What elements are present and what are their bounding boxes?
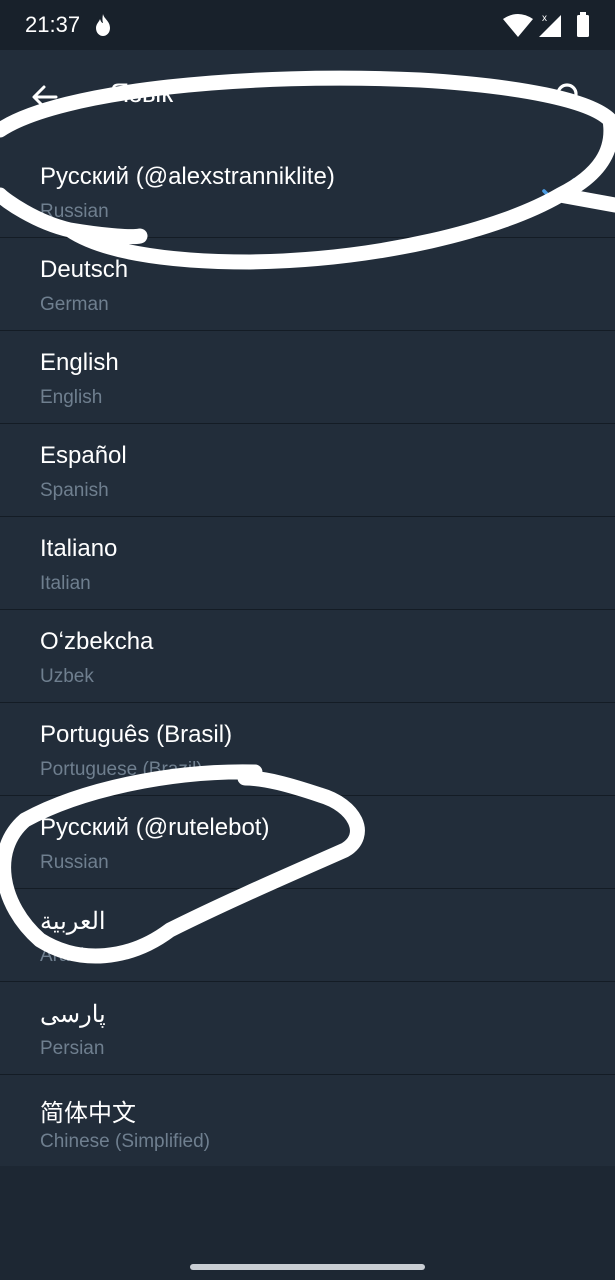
language-item-persian[interactable]: پارسی Persian (0, 982, 615, 1075)
check-icon (542, 178, 576, 203)
language-name: 简体中文 (40, 1100, 136, 1127)
bottom-empty-area (0, 1166, 615, 1280)
language-settings-screen: 21:37 x Язык Русский (@alexstranniklite)… (0, 0, 615, 1280)
language-subtitle: Russian (40, 201, 109, 222)
flame-icon (96, 14, 110, 36)
status-time: 21:37 (25, 12, 81, 37)
language-item-deutsch[interactable]: Deutsch German (0, 238, 615, 331)
search-button[interactable] (547, 74, 593, 120)
language-subtitle: Uzbek (40, 666, 94, 687)
signal-icon: x (539, 13, 561, 37)
language-item-uzbek[interactable]: Oʻzbekcha Uzbek (0, 610, 615, 703)
arrow-left-icon (32, 85, 58, 109)
language-name: Deutsch (40, 256, 129, 283)
language-name: English (40, 349, 119, 376)
language-name: Português (Brasil) (40, 721, 233, 748)
language-name: Русский (@alexstranniklite) (40, 163, 335, 190)
status-bar: 21:37 x (0, 0, 615, 50)
language-subtitle: Spanish (40, 480, 109, 501)
language-name: Español (40, 442, 127, 469)
language-name: العربية (40, 908, 106, 935)
battery-icon (577, 12, 589, 37)
svg-text:x: x (542, 13, 547, 24)
language-item-italiano[interactable]: Italiano Italian (0, 517, 615, 610)
language-subtitle: Chinese (Simplified) (40, 1131, 211, 1152)
search-icon (556, 83, 585, 112)
language-subtitle: Russian (40, 852, 109, 873)
language-subtitle: Persian (40, 1038, 105, 1059)
back-button[interactable] (22, 74, 68, 120)
app-bar: Язык (0, 50, 615, 145)
language-item-arabic[interactable]: العربية Arabic (0, 889, 615, 982)
language-item-russian-alexstranniklite[interactable]: Русский (@alexstranniklite) Russian (0, 145, 615, 238)
language-name: Русский (@rutelebot) (40, 814, 270, 841)
language-name: پارسی (40, 1001, 106, 1028)
gesture-nav-handle[interactable] (190, 1264, 425, 1270)
language-subtitle: Arabic (40, 945, 94, 966)
language-item-chinese-simplified[interactable]: 简体中文 Chinese (Simplified) (0, 1075, 615, 1168)
language-item-english[interactable]: English English (0, 331, 615, 424)
language-item-portugues-brasil[interactable]: Português (Brasil) Portuguese (Brazil) (0, 703, 615, 796)
wifi-icon (503, 14, 533, 37)
page-title: Язык (110, 78, 174, 108)
language-subtitle: Italian (40, 573, 91, 594)
language-subtitle: Portuguese (Brazil) (40, 759, 203, 780)
language-name: Italiano (40, 535, 118, 562)
language-item-espanol[interactable]: Español Spanish (0, 424, 615, 517)
language-name: Oʻzbekcha (40, 628, 154, 655)
language-subtitle: English (40, 387, 103, 408)
status-icons: x (503, 12, 589, 37)
language-item-russian-rutelebot[interactable]: Русский (@rutelebot) Russian (0, 796, 615, 889)
language-list: Русский (@alexstranniklite) Russian Deut… (0, 145, 615, 1168)
language-subtitle: German (40, 294, 109, 315)
